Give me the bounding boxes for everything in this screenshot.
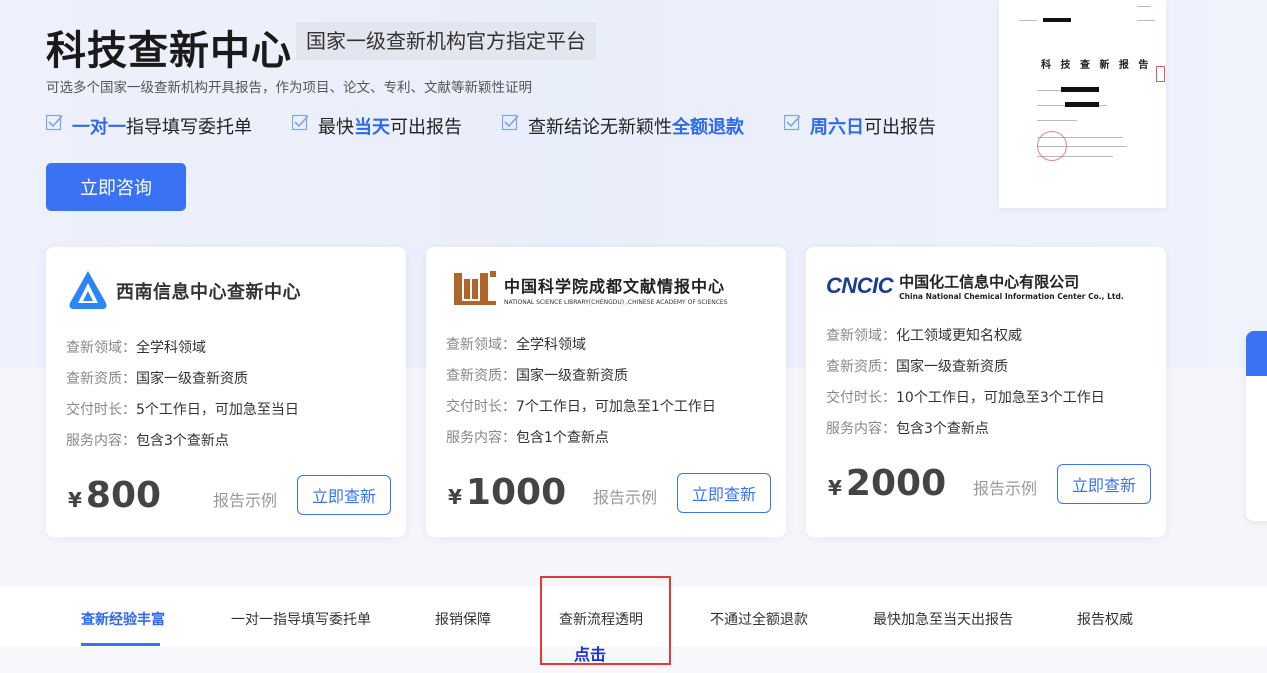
checkbox-icon	[502, 114, 519, 130]
card-row: 查新资质：国家一级查新资质	[66, 371, 248, 387]
southwest-logo-icon	[69, 271, 107, 309]
feature-full-refund: 查新结论无新颖性 全额退款	[502, 113, 744, 139]
report-sample-link[interactable]: 报告示例	[593, 484, 657, 508]
start-check-button[interactable]: 立即查新	[1057, 464, 1151, 504]
tab-one-on-one[interactable]: 一对一指导填写委托单	[231, 609, 371, 629]
checkbox-icon	[784, 114, 801, 130]
checkbox-icon	[46, 114, 63, 130]
report-sample-link[interactable]: 报告示例	[973, 475, 1037, 499]
card-row: 交付时长：10个工作日，可加急至3个工作日	[826, 390, 1105, 406]
card-row: 查新领域：全学科领域	[446, 337, 586, 353]
tab-authority[interactable]: 报告权威	[1077, 609, 1133, 629]
cncic-logo-icon: CNCIC	[826, 273, 894, 298]
subtitle-badge: 国家一级查新机构官方指定平台	[296, 22, 596, 60]
checkbox-icon	[292, 114, 309, 130]
provider-logo: CNCIC 中国化工信息中心有限公司 China National Chemic…	[826, 273, 1124, 301]
card-row: 查新领域：全学科领域	[66, 340, 206, 356]
card-row: 服务内容：包含3个查新点	[66, 433, 229, 449]
provider-logo: 中国科学院成都文献情报中心 NATIONAL SCIENCE LIBRARY(C…	[454, 271, 728, 307]
report-title: 科 技 查 新 报 告	[1041, 60, 1152, 71]
report-sample-link[interactable]: 报告示例	[213, 487, 277, 511]
consult-button[interactable]: 立即咨询	[46, 163, 186, 211]
card-row: 交付时长：7个工作日，可加急至1个工作日	[446, 399, 716, 415]
report-preview-image: 科 技 查 新 报 告	[999, 0, 1166, 208]
start-check-button[interactable]: 立即查新	[297, 475, 391, 515]
floating-side-widget[interactable]	[1246, 331, 1267, 521]
tab-reimbursement[interactable]: 报销保障	[435, 609, 491, 629]
price: ¥2000	[828, 463, 947, 504]
provider-logo: 西南信息中心查新中心	[66, 269, 301, 313]
tab-experience[interactable]: 查新经验丰富	[81, 609, 165, 629]
price: ¥800	[68, 475, 162, 516]
feature-weekend: 周六日 可出报告	[784, 113, 936, 139]
provider-card-cncic: CNCIC 中国化工信息中心有限公司 China National Chemic…	[806, 247, 1166, 537]
card-row: 交付时长：5个工作日，可加急至当日	[66, 402, 299, 418]
active-tab-underline	[81, 643, 160, 646]
card-row: 服务内容：包含3个查新点	[826, 421, 989, 437]
card-row: 服务内容：包含1个查新点	[446, 430, 609, 446]
tab-fastest[interactable]: 最快加急至当天出报告	[873, 609, 1013, 629]
card-row: 查新资质：国家一级查新资质	[446, 368, 628, 384]
hero-description: 可选多个国家一级查新机构开具报告，作为项目、论文、专利、文献等新颖性证明	[46, 80, 532, 96]
provider-card-cas-chengdu: 中国科学院成都文献情报中心 NATIONAL SCIENCE LIBRARY(C…	[426, 247, 786, 537]
card-row: 查新领域：化工领域更知名权威	[826, 328, 1022, 344]
feature-one-on-one: 一对一 指导填写委托单	[46, 113, 252, 139]
cas-library-logo-icon	[454, 271, 496, 305]
click-annotation-label: 点击	[574, 645, 607, 664]
price: ¥1000	[448, 472, 567, 513]
start-check-button[interactable]: 立即查新	[677, 473, 771, 513]
page-title: 科技查新中心	[46, 28, 292, 74]
feature-fastest-today: 最快 当天 可出报告	[292, 113, 462, 139]
provider-card-southwest: 西南信息中心查新中心 查新领域：全学科领域 查新资质：国家一级查新资质 交付时长…	[46, 247, 406, 537]
tab-refund[interactable]: 不通过全额退款	[710, 609, 808, 629]
card-row: 查新资质：国家一级查新资质	[826, 359, 1008, 375]
